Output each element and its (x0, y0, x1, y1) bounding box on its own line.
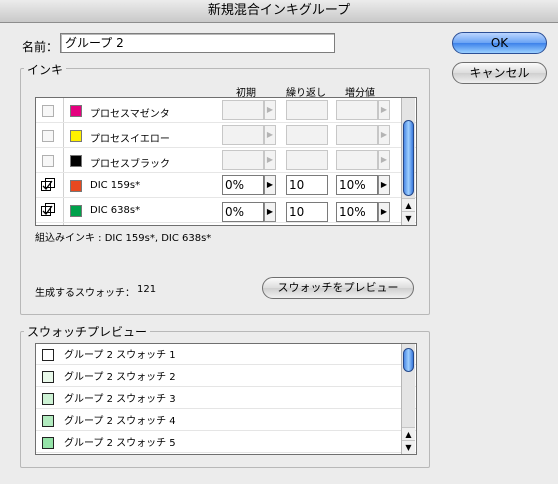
ink-name: DIC 638s* (90, 205, 141, 216)
initial-spinner[interactable]: 0% ▶ (222, 175, 278, 195)
ink-include-checkbox[interactable] (42, 130, 54, 142)
ink-row[interactable]: プロセスブラック ▶ ▶ (36, 148, 416, 173)
preview-item[interactable]: グループ 2 スウォッチ 5 (36, 432, 416, 453)
preview-item[interactable]: グループ 2 スウォッチ 1 (36, 344, 416, 365)
preview-item-label: グループ 2 スウォッチ 1 (64, 350, 176, 361)
scroll-thumb[interactable] (403, 348, 414, 372)
name-label: 名前： (22, 40, 59, 54)
swatch-preview-list[interactable]: グループ 2 スウォッチ 1 グループ 2 スウォッチ 2 グループ 2 スウォ… (35, 343, 417, 455)
initial-input[interactable]: 0% (222, 202, 264, 222)
ink-include-icon[interactable] (41, 203, 55, 217)
ink-color-swatch (70, 155, 82, 167)
ink-name: プロセスマゼンタ (90, 109, 170, 120)
ok-button[interactable]: OK (452, 32, 547, 54)
ink-color-swatch (70, 205, 82, 217)
ink-color-swatch (70, 180, 82, 192)
ink-row[interactable]: プロセスマゼンタ ▶ ▶ (36, 98, 416, 123)
repeat-field[interactable]: 10 (286, 175, 328, 195)
scroll-up-icon[interactable]: ▲ (402, 427, 415, 441)
ink-name: プロセスブラック (90, 159, 170, 170)
repeat-input[interactable]: 10 (286, 202, 328, 222)
ink-list[interactable]: プロセスマゼンタ ▶ ▶ プロセスイエロー ▶ ▶ プロセスブラック ▶ ▶ D… (35, 97, 417, 226)
spin-arrow-icon: ▶ (264, 100, 276, 120)
increment-spinner: ▶ (336, 125, 392, 145)
ink-include-checkbox[interactable] (42, 105, 54, 117)
ink-color-swatch (70, 130, 82, 142)
increment-input[interactable]: 10% (336, 202, 378, 222)
preview-swatches-button[interactable]: スウォッチをプレビュー (262, 277, 414, 299)
ink-row[interactable]: DIC 159s* 0% ▶ 10 10% ▶ (36, 173, 416, 198)
spin-arrow-icon[interactable]: ▶ (264, 175, 276, 195)
increment-spinner[interactable]: 10% ▶ (336, 175, 392, 195)
combined-inks-text: 組込みインキ : DIC 159s*, DIC 638s* (35, 233, 212, 244)
ink-color-swatch (70, 105, 82, 117)
preview-list-scrollbar[interactable]: ▲ ▼ (401, 344, 415, 454)
preview-swatch (42, 393, 54, 405)
ink-include-icon[interactable] (41, 178, 55, 192)
spin-arrow-icon[interactable]: ▶ (264, 202, 276, 222)
initial-input[interactable]: 0% (222, 175, 264, 195)
scroll-down-icon[interactable]: ▼ (402, 440, 415, 454)
swatch-count-value: 121 (137, 284, 157, 295)
increment-input[interactable]: 10% (336, 175, 378, 195)
scroll-thumb[interactable] (403, 120, 414, 196)
increment-spinner: ▶ (336, 100, 392, 120)
preview-swatch (42, 349, 54, 361)
ink-list-scrollbar[interactable]: ▲ ▼ (401, 98, 415, 225)
window-title: 新規混合インキグループ (0, 0, 558, 23)
scroll-down-icon[interactable]: ▼ (402, 211, 415, 225)
repeat-field (286, 150, 328, 170)
ink-name: プロセスイエロー (90, 134, 170, 145)
initial-spinner[interactable]: 0% ▶ (222, 202, 278, 222)
spin-arrow-icon: ▶ (378, 150, 390, 170)
repeat-input[interactable]: 10 (286, 175, 328, 195)
preview-item[interactable]: グループ 2 スウォッチ 4 (36, 410, 416, 431)
ink-include-checkbox[interactable] (42, 155, 54, 167)
spin-arrow-icon[interactable]: ▶ (378, 175, 390, 195)
ink-row[interactable]: DIC 638s* 0% ▶ 10 10% ▶ (36, 198, 416, 223)
preview-swatch (42, 415, 54, 427)
cancel-button[interactable]: キャンセル (452, 62, 547, 84)
repeat-field[interactable]: 10 (286, 202, 328, 222)
initial-spinner: ▶ (222, 125, 278, 145)
preview-swatch (42, 371, 54, 383)
preview-group-title: スウォッチプレビュー (24, 323, 151, 340)
preview-item-label: グループ 2 スウォッチ 4 (64, 416, 176, 427)
swatch-count-label: 生成するスウォッチ： (35, 288, 135, 299)
ink-name: DIC 159s* (90, 180, 141, 191)
repeat-field (286, 125, 328, 145)
increment-spinner[interactable]: 10% ▶ (336, 202, 392, 222)
repeat-field (286, 100, 328, 120)
preview-swatch (42, 437, 54, 449)
ink-row[interactable]: プロセスイエロー ▶ ▶ (36, 123, 416, 148)
preview-item-label: グループ 2 スウォッチ 3 (64, 394, 176, 405)
spin-arrow-icon: ▶ (264, 125, 276, 145)
spin-arrow-icon: ▶ (378, 100, 390, 120)
increment-spinner: ▶ (336, 150, 392, 170)
preview-item[interactable]: グループ 2 スウォッチ 3 (36, 388, 416, 409)
spin-arrow-icon: ▶ (264, 150, 276, 170)
spin-arrow-icon: ▶ (378, 125, 390, 145)
name-input[interactable]: グループ 2 (60, 33, 335, 53)
scroll-up-icon[interactable]: ▲ (402, 198, 415, 212)
preview-item[interactable]: グループ 2 スウォッチ 2 (36, 366, 416, 387)
preview-item-label: グループ 2 スウォッチ 2 (64, 372, 176, 383)
spin-arrow-icon[interactable]: ▶ (378, 202, 390, 222)
initial-spinner: ▶ (222, 150, 278, 170)
initial-spinner: ▶ (222, 100, 278, 120)
ink-group-title: インキ (24, 61, 67, 78)
preview-item-label: グループ 2 スウォッチ 5 (64, 438, 176, 449)
